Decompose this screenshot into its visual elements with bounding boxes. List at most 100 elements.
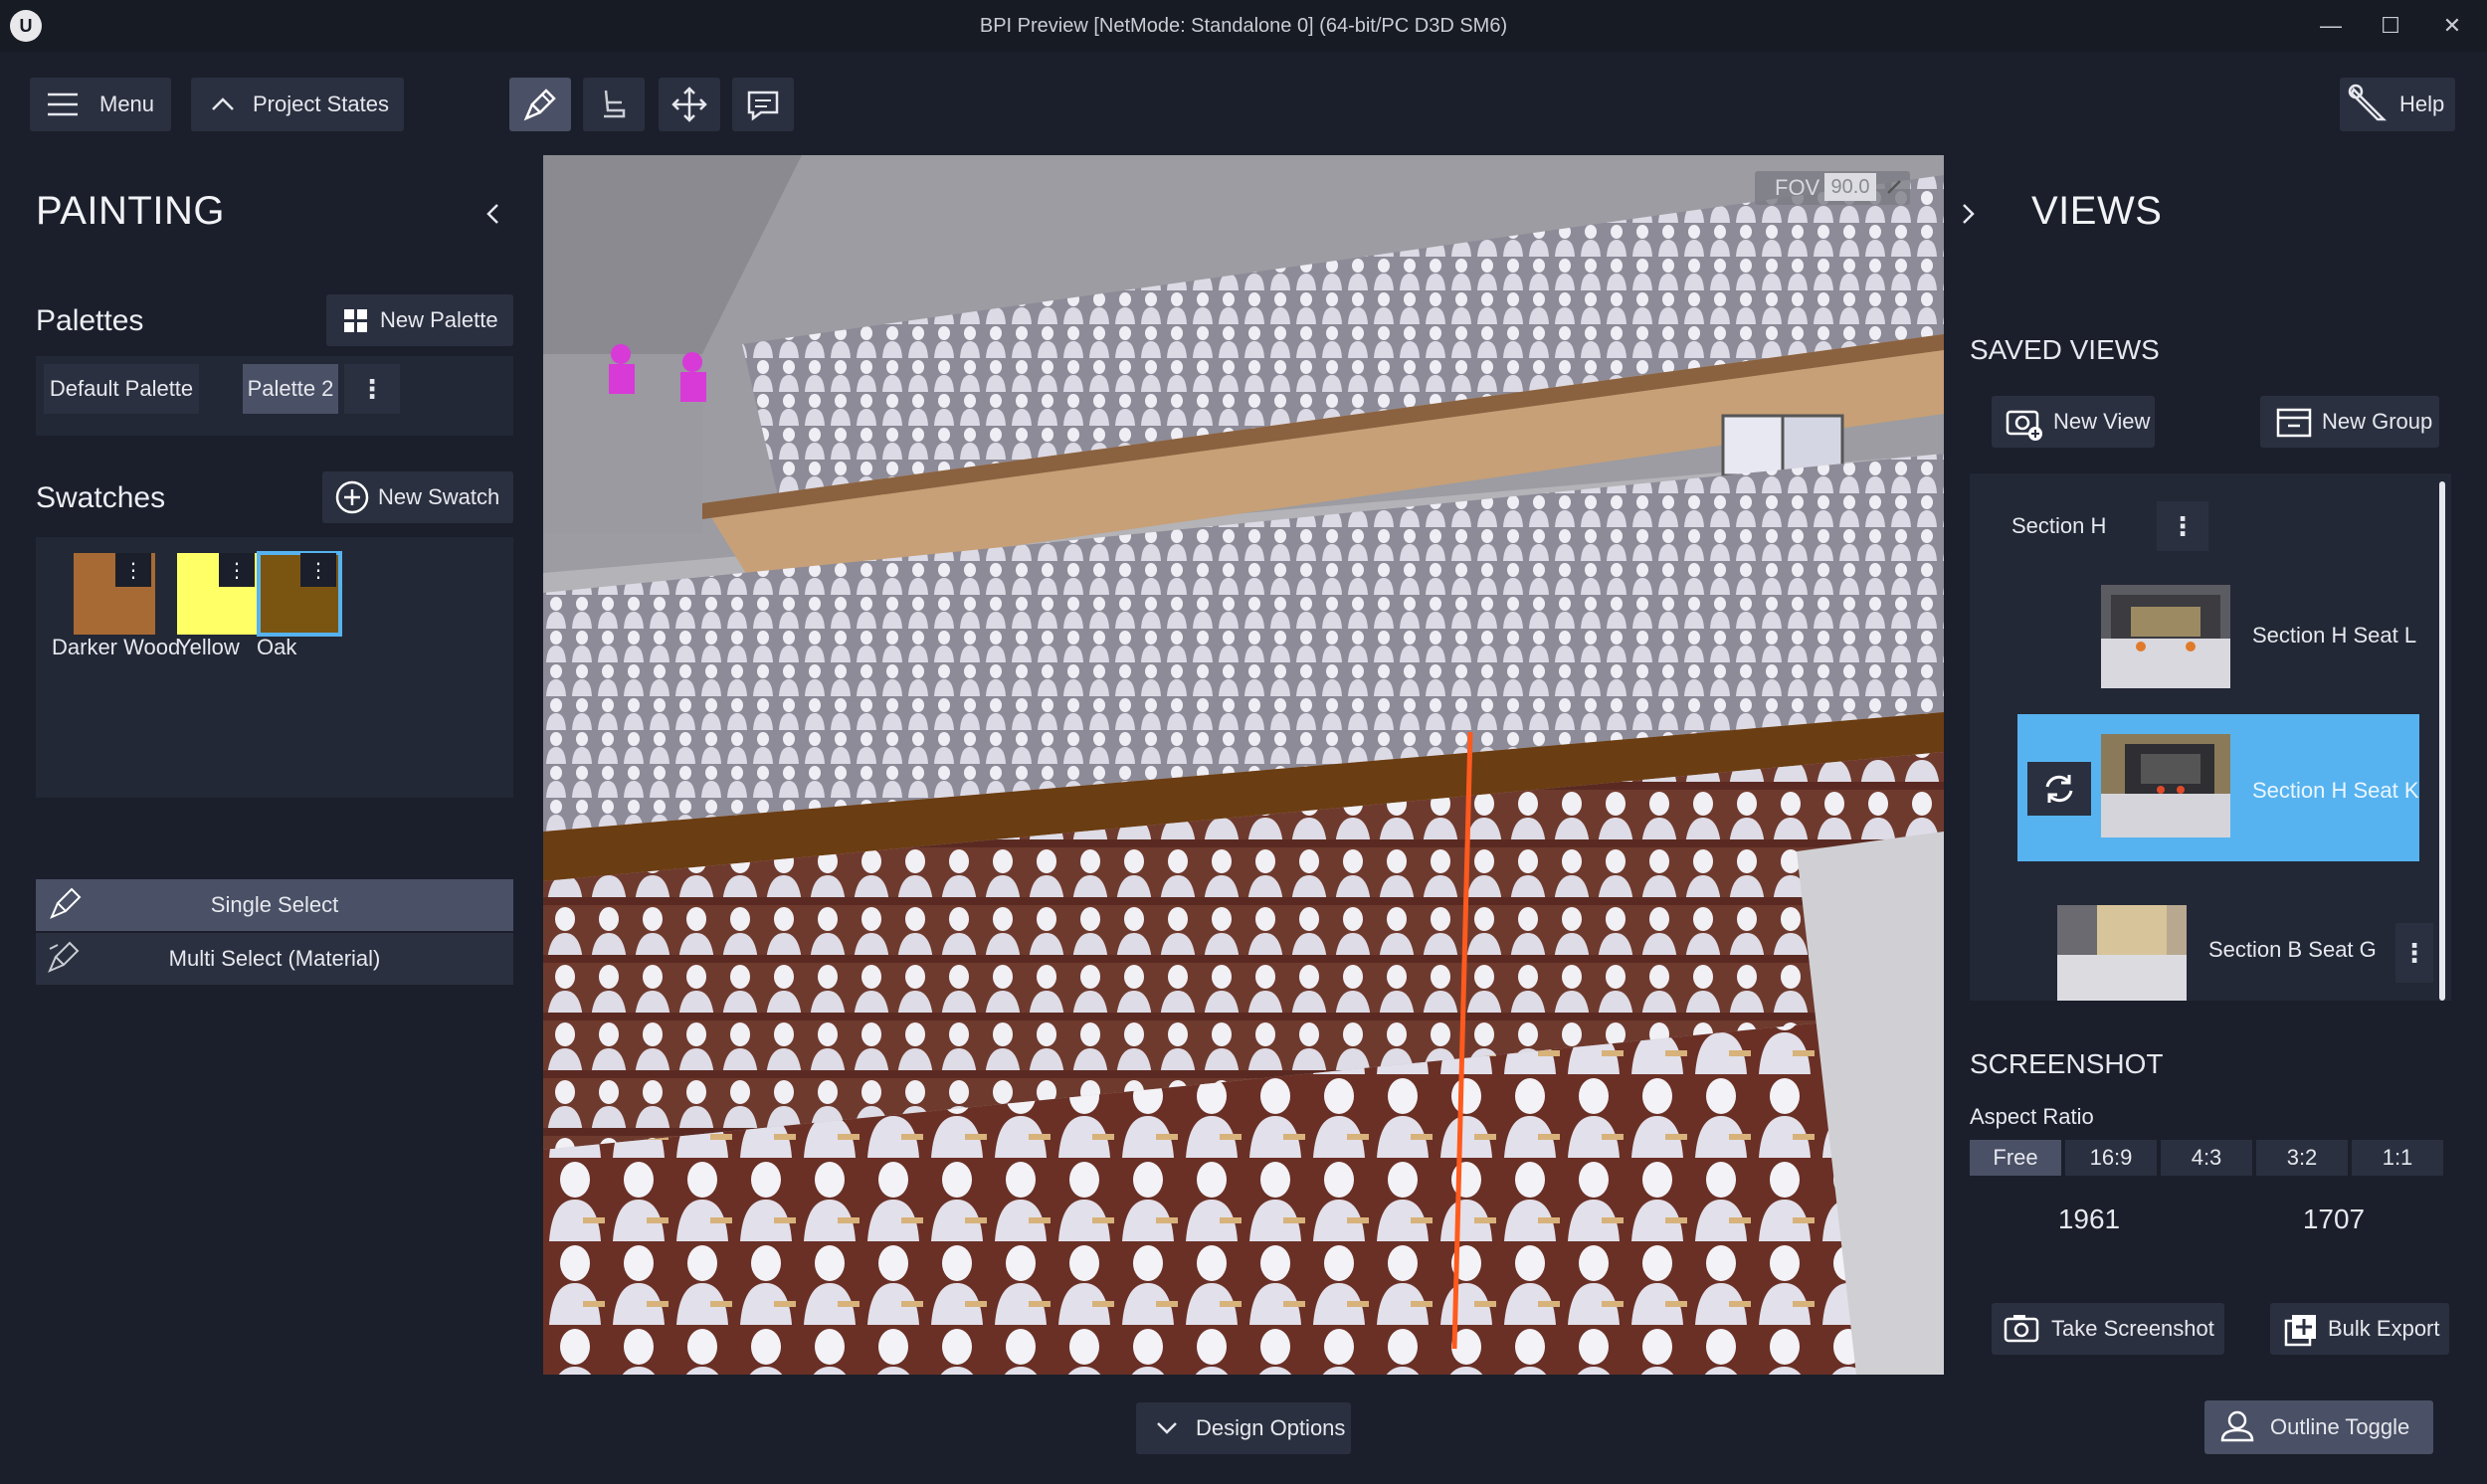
screenshot-height-value[interactable]: 1707 bbox=[2294, 1204, 2374, 1235]
window-title: BPI Preview [NetMode: Standalone 0] (64-… bbox=[979, 15, 1508, 37]
project-states-label: Project States bbox=[253, 92, 389, 116]
new-palette-label: New Palette bbox=[380, 307, 498, 332]
painting-title: PAINTING bbox=[36, 189, 225, 233]
screenshot-title: SCREENSHOT bbox=[1970, 1048, 2164, 1079]
views-title: VIEWS bbox=[2031, 189, 2163, 233]
swatch-oak[interactable]: ⋮ bbox=[257, 551, 342, 637]
swatch-options-button[interactable]: ⋮ bbox=[300, 553, 336, 587]
ratio-1-1-button[interactable]: 1:1 bbox=[2352, 1140, 2443, 1176]
ratio-free-button[interactable]: Free bbox=[1970, 1140, 2061, 1176]
menu-button[interactable]: Menu bbox=[30, 78, 171, 131]
project-states-button[interactable]: Project States bbox=[191, 78, 404, 131]
view-label: Section H Seat L bbox=[2252, 623, 2417, 648]
single-select-label: Single Select bbox=[210, 892, 339, 917]
swatch-options-button[interactable]: ⋮ bbox=[219, 553, 255, 587]
palette-item-default[interactable]: Default Palette bbox=[44, 364, 199, 414]
swatch-grid: ⋮ ⋮ ⋮ Darker Wood Yellow Oak bbox=[36, 537, 513, 798]
swatch-darker-wood[interactable]: ⋮ bbox=[74, 553, 155, 635]
view-label: Section B Seat G bbox=[2208, 937, 2377, 962]
add-multiple-icon bbox=[2284, 1315, 2316, 1347]
fov-label: FOV bbox=[1775, 175, 1820, 200]
swatch-label: Yellow bbox=[177, 635, 240, 659]
help-label: Help bbox=[2399, 92, 2445, 116]
design-options-button[interactable]: Design Options bbox=[1136, 1402, 1351, 1454]
bulk-export-label: Bulk Export bbox=[2328, 1316, 2440, 1341]
saved-views-scrollbar[interactable] bbox=[2439, 481, 2445, 1001]
hamburger-icon bbox=[48, 93, 78, 116]
palette-item-palette-2[interactable]: Palette 2 bbox=[243, 364, 338, 414]
group-options-button[interactable]: ⋮ bbox=[2157, 501, 2208, 551]
saved-views-title: SAVED VIEWS bbox=[1970, 334, 2160, 365]
new-view-label: New View bbox=[2053, 409, 2151, 434]
paint-brush-icon bbox=[523, 89, 556, 121]
seat-tool-button[interactable] bbox=[583, 78, 645, 131]
menu-label: Menu bbox=[99, 92, 155, 116]
palettes-title: Palettes bbox=[36, 304, 144, 337]
chevron-up-icon bbox=[212, 97, 234, 110]
title-bar: BPI Preview [NetMode: Standalone 0] (64-… bbox=[0, 0, 2487, 52]
comment-icon bbox=[747, 91, 779, 121]
3d-viewport[interactable]: FOV 90.0 bbox=[543, 155, 1944, 1375]
single-select-option[interactable]: Single Select bbox=[36, 879, 513, 931]
unreal-logo-icon: U bbox=[10, 10, 42, 42]
multi-select-option[interactable]: Multi Select (Material) bbox=[36, 933, 513, 985]
swatch-yellow[interactable]: ⋮ bbox=[177, 553, 259, 635]
paint-tool-button[interactable] bbox=[509, 78, 571, 131]
aspect-ratio-label: Aspect Ratio bbox=[1970, 1104, 2094, 1129]
view-thumbnail bbox=[2057, 905, 2187, 1001]
saved-views-list: Section H ⋮ Section H Seat L Section H S… bbox=[1970, 473, 2451, 1001]
add-camera-icon bbox=[2006, 410, 2042, 441]
ratio-16-9-button[interactable]: 16:9 bbox=[2065, 1140, 2157, 1176]
screenshot-width-value[interactable]: 1961 bbox=[2049, 1204, 2129, 1235]
auditorium-render bbox=[543, 155, 1944, 1375]
saved-view-item[interactable]: Section H Seat L bbox=[2097, 585, 2416, 688]
group-label: Section H bbox=[2011, 513, 2107, 538]
minimize-button[interactable]: — bbox=[2306, 6, 2356, 46]
help-button[interactable]: Help bbox=[2340, 78, 2455, 131]
comment-tool-button[interactable] bbox=[732, 78, 794, 131]
folder-box-icon bbox=[2276, 408, 2312, 438]
saved-view-item-selected[interactable]: Section H Seat K bbox=[2017, 714, 2419, 861]
fov-value-field[interactable]: 90.0 bbox=[1824, 173, 1876, 201]
view-options-button[interactable]: ⋮ bbox=[2395, 923, 2433, 983]
collapse-left-icon[interactable] bbox=[478, 197, 507, 231]
paint-brush-icon bbox=[50, 887, 82, 919]
maximize-button[interactable]: ☐ bbox=[2366, 6, 2415, 46]
new-group-button[interactable]: New Group bbox=[2260, 396, 2439, 448]
ratio-3-2-button[interactable]: 3:2 bbox=[2256, 1140, 2348, 1176]
multi-brush-icon bbox=[48, 941, 80, 973]
move-icon bbox=[671, 87, 707, 122]
wrench-icon bbox=[2348, 84, 2388, 121]
saved-view-item[interactable]: Section B Seat G ⋮ bbox=[2057, 905, 2435, 1001]
swatch-options-button[interactable]: ⋮ bbox=[115, 553, 151, 587]
seat-icon bbox=[604, 90, 626, 118]
close-button[interactable]: ✕ bbox=[2427, 6, 2477, 46]
grid-icon bbox=[344, 309, 367, 332]
outline-toggle-label: Outline Toggle bbox=[2270, 1414, 2410, 1439]
plus-circle-icon bbox=[335, 480, 369, 514]
new-group-label: New Group bbox=[2322, 409, 2433, 434]
camera-icon bbox=[2004, 1315, 2039, 1343]
design-options-label: Design Options bbox=[1196, 1415, 1346, 1440]
swatch-label: Oak bbox=[257, 635, 297, 659]
swatch-label: Darker Wood bbox=[52, 635, 181, 659]
bulk-export-button[interactable]: Bulk Export bbox=[2270, 1303, 2449, 1355]
view-label: Section H Seat K bbox=[2252, 778, 2419, 803]
update-view-button[interactable] bbox=[2027, 762, 2091, 816]
palette-options-button[interactable]: ⋮ bbox=[344, 364, 400, 414]
view-thumbnail bbox=[2101, 734, 2230, 837]
new-view-button[interactable]: New View bbox=[1992, 396, 2155, 448]
refresh-icon bbox=[2045, 775, 2073, 803]
take-screenshot-label: Take Screenshot bbox=[2051, 1316, 2214, 1341]
new-swatch-button[interactable]: New Swatch bbox=[322, 471, 513, 523]
take-screenshot-button[interactable]: Take Screenshot bbox=[1992, 1303, 2224, 1355]
new-palette-button[interactable]: New Palette bbox=[326, 294, 513, 346]
collapse-right-icon[interactable] bbox=[1954, 197, 1984, 231]
move-tool-button[interactable] bbox=[659, 78, 720, 131]
ratio-4-3-button[interactable]: 4:3 bbox=[2161, 1140, 2252, 1176]
chevron-down-icon bbox=[1157, 1422, 1177, 1434]
new-swatch-label: New Swatch bbox=[378, 484, 500, 509]
user-icon bbox=[2220, 1410, 2254, 1442]
expand-icon[interactable] bbox=[1882, 173, 1906, 201]
outline-toggle-button[interactable]: Outline Toggle bbox=[2204, 1400, 2433, 1454]
